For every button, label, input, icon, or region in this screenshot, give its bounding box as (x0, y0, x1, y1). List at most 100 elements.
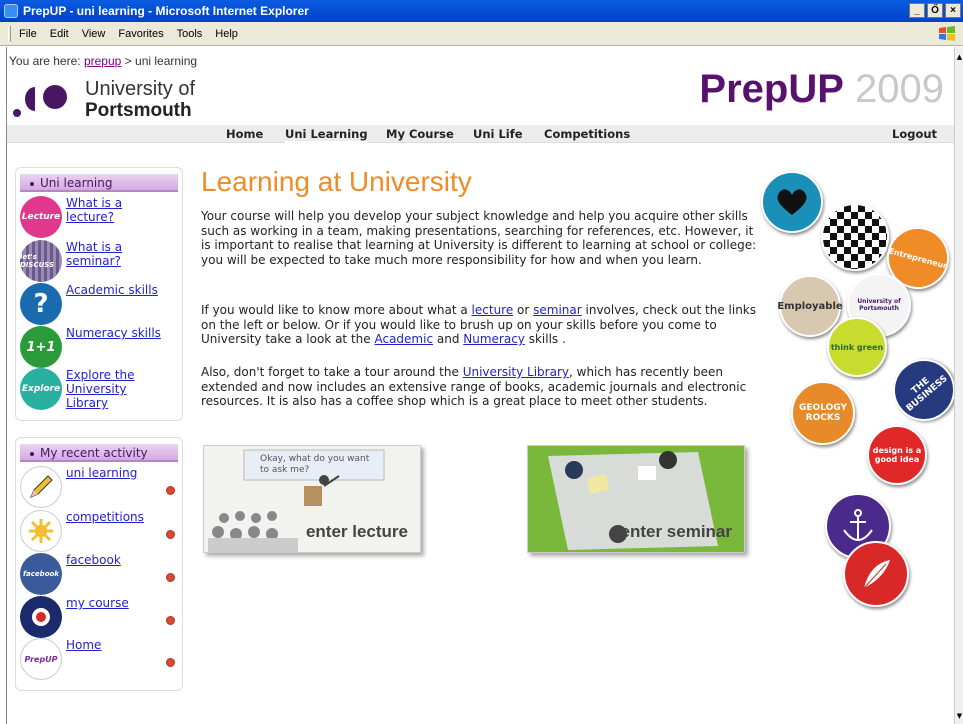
link-numeracy[interactable]: Numeracy (463, 332, 525, 346)
link-what-is-seminar[interactable]: What is a seminar? (66, 240, 166, 268)
link-academic[interactable]: Academic (374, 332, 433, 346)
menu-edit[interactable]: Edit (50, 28, 69, 40)
link-what-is-lecture[interactable]: What is a lecture? (66, 196, 166, 224)
library-paragraph: Also, don't forget to take a tour around… (201, 365, 761, 409)
breadcrumb-link-prepup[interactable]: prepup (84, 54, 121, 68)
scroll-down-icon[interactable]: ▼ (956, 712, 963, 720)
enter-seminar-card[interactable]: enter seminar (527, 445, 745, 553)
vertical-scrollbar[interactable]: ▲ ▼ (954, 47, 963, 724)
menu-bar: File Edit View Favorites Tools Help (0, 22, 963, 46)
breadcrumb-separator: > (121, 54, 136, 68)
numeracy-icon[interactable]: 1+1 (20, 326, 62, 368)
star-icon[interactable] (20, 510, 62, 552)
activity-bullet-icon (166, 616, 175, 625)
recent-activity-heading-text: My recent activity (40, 446, 148, 460)
feather-icon (863, 560, 890, 589)
enter-lecture-card[interactable]: Okay, what do you want to ask me? enter … (203, 445, 421, 553)
numeracy-icon-label: 1+1 (26, 339, 56, 355)
target-icon-graphic (27, 603, 55, 631)
uni-learning-heading-text: Uni learning (40, 176, 113, 190)
menu-view[interactable]: View (82, 28, 106, 40)
close-button[interactable]: × (945, 3, 961, 18)
toolbar-grip (8, 25, 11, 42)
link-lecture[interactable]: lecture (472, 303, 514, 317)
nav-my-course[interactable]: My Course (386, 127, 454, 141)
link-numeracy-skills[interactable]: Numeracy skills (66, 326, 166, 340)
facebook-icon[interactable]: facebook (20, 553, 62, 595)
geology-badge-label: GEOLOGY ROCKS (799, 403, 847, 423)
link-academic-skills[interactable]: Academic skills (66, 283, 166, 297)
design-badge-label: design is a good idea (872, 446, 922, 464)
lecture-icon-label: Lecture (21, 212, 61, 222)
menu-favorites[interactable]: Favorites (118, 28, 163, 40)
think-green-badge: think green (827, 317, 887, 377)
nav-logout[interactable]: Logout (892, 127, 937, 141)
explore-icon[interactable]: Explore (20, 368, 62, 410)
scroll-up-icon[interactable]: ▲ (956, 53, 963, 61)
heart-icon (777, 189, 807, 215)
explore-icon-label: Explore (21, 384, 61, 394)
menu-tools[interactable]: Tools (177, 28, 203, 40)
seminar-icon[interactable]: let's DISCUSS (20, 240, 62, 282)
minimize-button[interactable]: _ (909, 3, 925, 18)
brand-year: 2009 (855, 67, 944, 111)
uni-learning-box: Uni learning Lecture What is a lecture? … (15, 167, 183, 421)
web-page: You are here: prepup > uni learning Univ… (6, 47, 954, 724)
logo-line-1: University of (85, 78, 196, 100)
ie-window: PrepUP - uni learning - Microsoft Intern… (0, 0, 963, 724)
restore-button[interactable]: Ő (927, 3, 943, 18)
prepup-icon[interactable]: PrepUP (20, 638, 62, 680)
link-university-library[interactable]: University Library (463, 365, 569, 379)
the-business-badge: THE BUSINESS (880, 346, 954, 434)
enter-seminar-label[interactable]: enter seminar (621, 522, 733, 542)
activity-bullet-icon (166, 573, 175, 582)
ie-icon (4, 4, 18, 18)
activity-link-facebook[interactable]: facebook (66, 553, 166, 567)
breadcrumb-current: uni learning (135, 54, 198, 68)
think-green-badge-label: think green (830, 342, 884, 352)
anchor-icon (843, 509, 873, 541)
activity-link-uni-learning[interactable]: uni learning (66, 466, 166, 480)
employable-badge: Employable (777, 275, 843, 337)
lecture-icon[interactable]: Lecture (20, 196, 62, 238)
heart-badge (761, 171, 823, 233)
facebook-icon-label: facebook (23, 570, 59, 578)
menu-file[interactable]: File (19, 28, 37, 40)
nav-uni-life[interactable]: Uni Life (473, 127, 523, 141)
pencil-icon-graphic (30, 475, 53, 498)
prepup-brand: PrepUP 2009 (699, 67, 944, 112)
prepup-icon-label: PrepUP (24, 654, 58, 664)
design-badge: design is a good idea (867, 425, 927, 485)
link-seminar[interactable]: seminar (533, 303, 582, 317)
brand-name: PrepUP (699, 67, 844, 111)
activity-link-competitions[interactable]: competitions (66, 510, 166, 524)
nav-bar: Home Uni Learning My Course Uni Life Com… (7, 125, 954, 143)
menu-help[interactable]: Help (215, 28, 238, 40)
window-title: PrepUP - uni learning - Microsoft Intern… (23, 4, 309, 18)
target-icon[interactable] (20, 596, 62, 638)
activity-bullet-icon (166, 486, 175, 495)
library-text-1: Also, don't forget to take a tour around… (201, 365, 463, 379)
nav-uni-learning[interactable]: Uni Learning (285, 127, 368, 143)
intro-paragraph: Your course will help you develop your s… (201, 209, 757, 267)
entrepreneur-badge-label: Entrepreneur (887, 245, 949, 271)
seminar-icon-label: let's DISCUSS (20, 253, 55, 269)
question-icon-label: ? (33, 289, 49, 319)
link-explore-library[interactable]: Explore the University Library (66, 368, 166, 410)
nav-competitions[interactable]: Competitions (544, 127, 630, 141)
bullet-dot-icon (30, 451, 34, 456)
breadcrumb: You are here: prepup > uni learning (9, 54, 197, 68)
uop-badge-label: University of Portsmouth (857, 298, 901, 312)
activity-link-my-course[interactable]: my course (66, 596, 166, 610)
star-icon-graphic (29, 519, 53, 543)
feather-badge (843, 541, 909, 607)
logo-line-2: Portsmouth (85, 100, 192, 121)
pencil-icon[interactable] (20, 466, 62, 508)
windows-logo-icon (939, 26, 955, 41)
activity-bullet-icon (166, 530, 175, 539)
activity-link-home[interactable]: Home (66, 638, 166, 652)
nav-home[interactable]: Home (226, 127, 263, 141)
breadcrumb-prefix: You are here: (9, 54, 84, 68)
question-icon[interactable]: ? (20, 283, 62, 325)
enter-lecture-label[interactable]: enter lecture (306, 522, 408, 542)
